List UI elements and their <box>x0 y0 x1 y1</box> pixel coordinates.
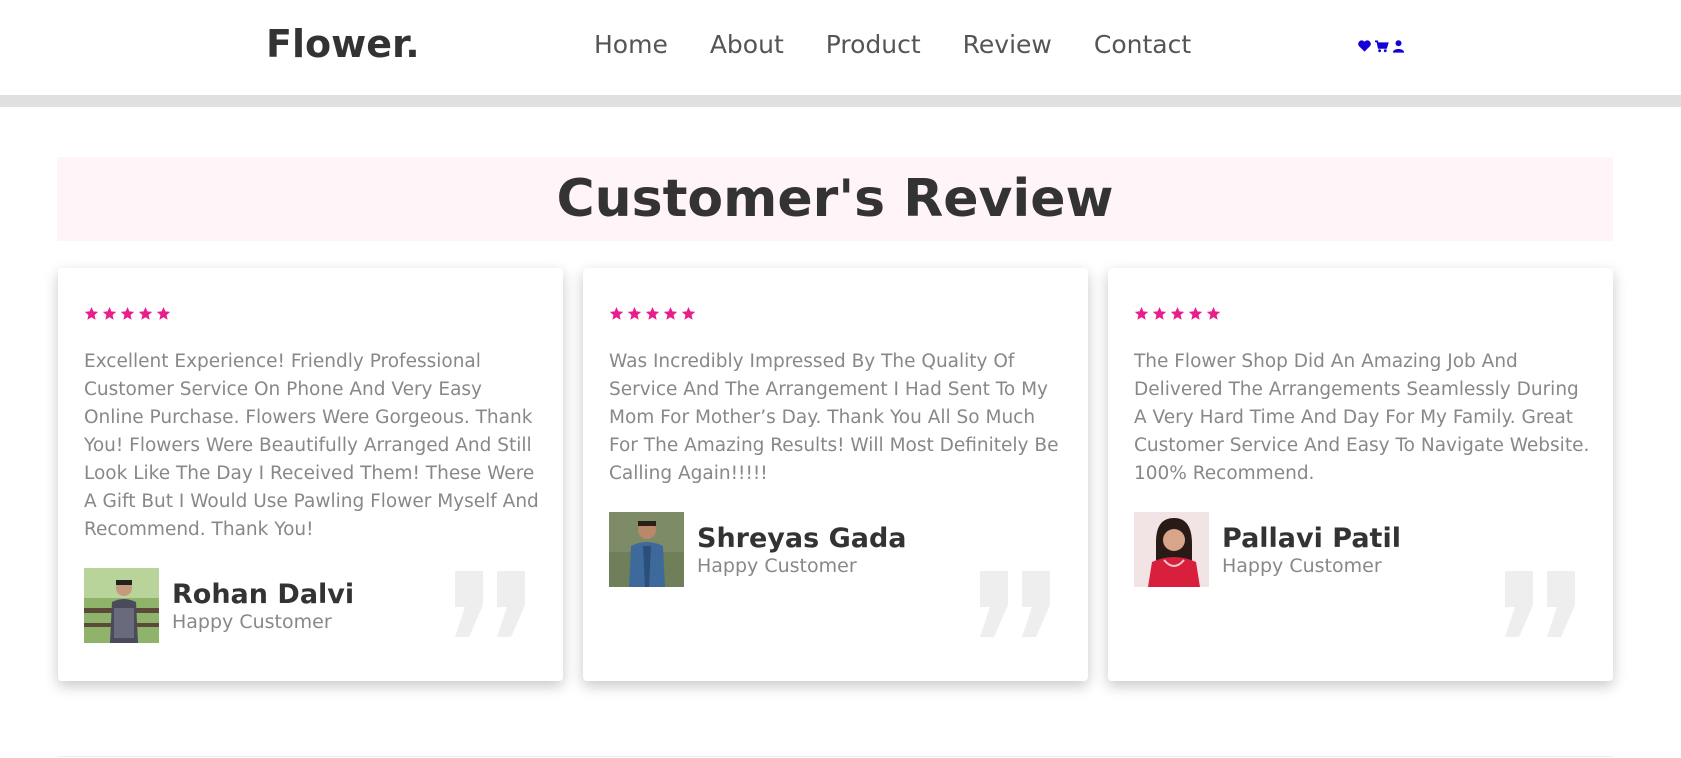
star-icon <box>138 306 153 320</box>
site-header: Flower. Home About Product Review Contac… <box>0 0 1681 95</box>
quote-icon <box>455 571 525 637</box>
cart-icon[interactable] <box>1374 38 1389 54</box>
review-text: Was Incredibly Impressed By The Quality … <box>609 351 1059 484</box>
quote-icon <box>1505 571 1575 637</box>
reviewer: Pallavi Patil Happy Customer <box>1134 512 1401 587</box>
header-icons <box>1357 38 1406 54</box>
reviewer-role: Happy Customer <box>697 555 857 577</box>
avatar <box>609 512 684 587</box>
site-logo[interactable]: Flower. <box>266 22 420 66</box>
review-card: Excellent Experience! Friendly Professio… <box>58 268 563 681</box>
review-card: The Flower Shop Did An Amazing Job And D… <box>1108 268 1613 681</box>
user-icon[interactable] <box>1391 38 1406 54</box>
star-icon <box>627 306 642 320</box>
star-icon <box>681 306 696 320</box>
quote-icon <box>980 571 1050 637</box>
nav-product-link[interactable]: Product <box>826 30 921 59</box>
reviewer: Rohan Dalvi Happy Customer <box>84 568 354 643</box>
main-nav: Home About Product Review Contact <box>594 30 1233 59</box>
header-divider <box>0 95 1681 107</box>
nav-about-link[interactable]: About <box>710 30 784 59</box>
section-title: Customer's Review <box>57 157 1613 241</box>
avatar <box>1134 512 1209 587</box>
star-icon <box>609 306 624 320</box>
reviewer-name: Shreyas Gada <box>697 523 907 554</box>
review-text: Excellent Experience! Friendly Professio… <box>84 351 539 540</box>
reviewer-role: Happy Customer <box>1222 555 1382 577</box>
reviewer-role: Happy Customer <box>172 611 332 633</box>
star-icon <box>663 306 678 320</box>
avatar <box>84 568 159 643</box>
reviewer: Shreyas Gada Happy Customer <box>609 512 907 587</box>
star-icon <box>1206 306 1221 320</box>
reviewer-name: Pallavi Patil <box>1222 523 1401 554</box>
nav-contact-link[interactable]: Contact <box>1094 30 1191 59</box>
star-icon <box>1134 306 1149 320</box>
star-rating <box>84 306 171 321</box>
nav-home-link[interactable]: Home <box>594 30 668 59</box>
star-icon <box>1170 306 1185 320</box>
star-icon <box>84 306 99 320</box>
star-rating <box>1134 306 1221 321</box>
nav-review-link[interactable]: Review <box>963 30 1052 59</box>
star-icon <box>120 306 135 320</box>
star-rating <box>609 306 696 321</box>
star-icon <box>102 306 117 320</box>
star-icon <box>645 306 660 320</box>
star-icon <box>1152 306 1167 320</box>
reviewer-name: Rohan Dalvi <box>172 579 355 610</box>
star-icon <box>156 306 171 320</box>
review-text: The Flower Shop Did An Amazing Job And D… <box>1134 351 1590 484</box>
heart-icon[interactable] <box>1357 38 1372 54</box>
star-icon <box>1188 306 1203 320</box>
review-card: Was Incredibly Impressed By The Quality … <box>583 268 1088 681</box>
section-divider <box>57 756 1613 757</box>
